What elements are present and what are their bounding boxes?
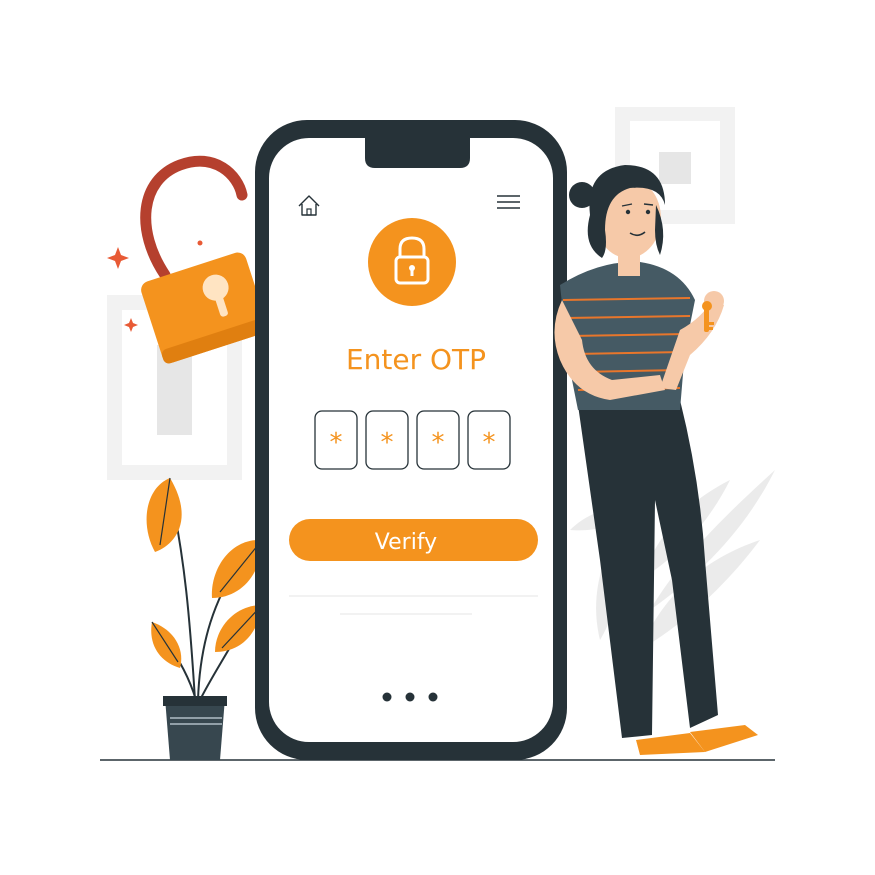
otp-digit: * — [381, 428, 394, 458]
padlock-icon — [368, 218, 456, 306]
otp-digit-box[interactable]: * — [467, 410, 511, 470]
woman-character — [554, 165, 758, 755]
otp-digit: * — [432, 428, 445, 458]
open-padlock — [140, 155, 269, 364]
verify-button[interactable]: Verify — [289, 519, 538, 561]
otp-digit: * — [330, 428, 343, 458]
otp-digit-box[interactable]: * — [416, 410, 460, 470]
page-title: Enter OTP — [346, 343, 486, 376]
otp-illustration: Enter OTP * * * * Verify — [100, 107, 775, 761]
otp-digit: * — [483, 428, 496, 458]
smartphone — [255, 120, 567, 760]
otp-digit-box[interactable]: * — [314, 410, 358, 470]
potted-plant — [146, 477, 263, 760]
verify-button-label: Verify — [375, 530, 437, 555]
otp-digit-box[interactable]: * — [365, 410, 409, 470]
